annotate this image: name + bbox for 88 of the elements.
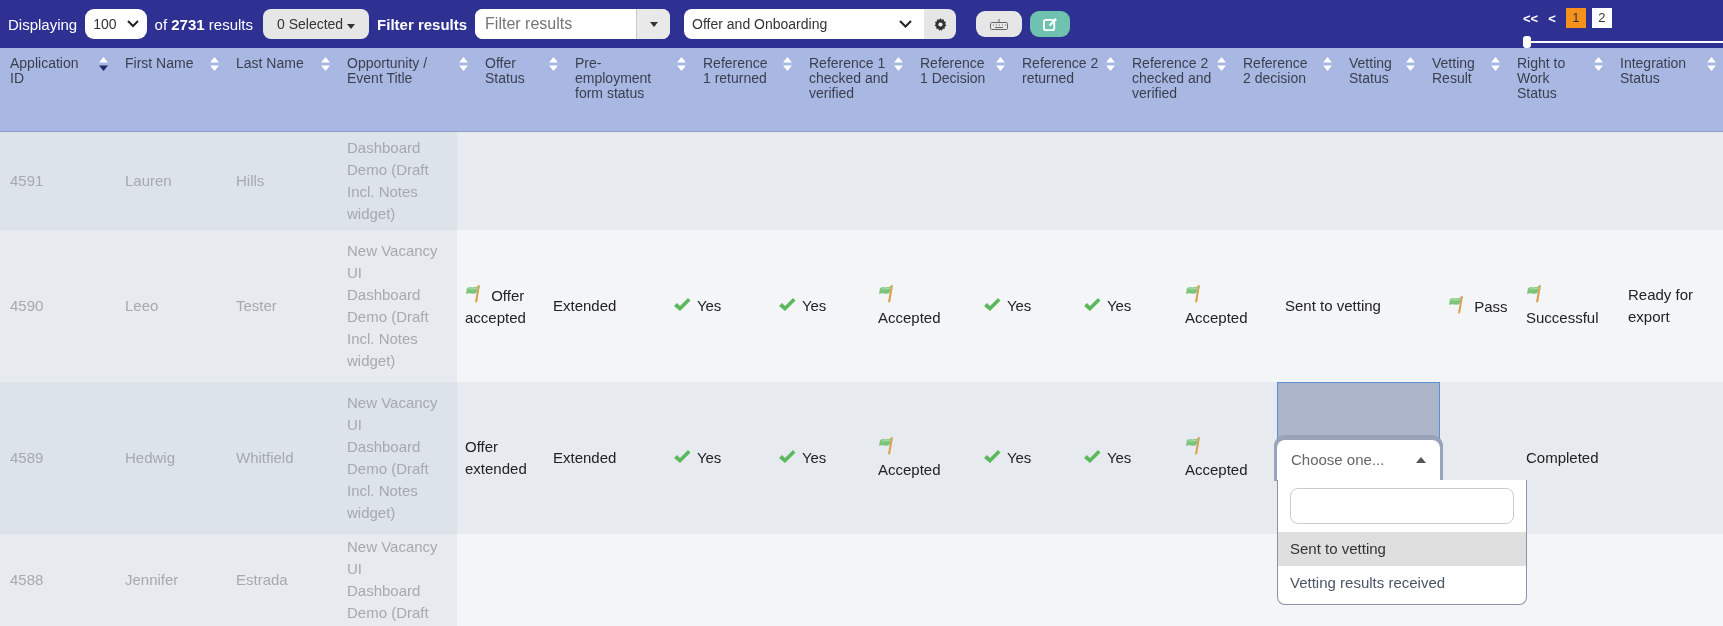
column-header[interactable]: Offer Status xyxy=(485,56,544,86)
table-cell-text: Dashboard Demo (Draft Incl. Notes widget) xyxy=(347,138,430,224)
table-cell-text: Jennifer xyxy=(125,570,179,590)
column-header[interactable]: Application ID xyxy=(10,56,94,86)
settings-button[interactable] xyxy=(924,9,957,39)
dropdown-option[interactable]: Vetting results received xyxy=(1278,566,1526,600)
table-cell-text: New Vacancy UI Dashboard Demo (Draft Incl. Notes widget) xyxy=(347,393,439,523)
first-page-link[interactable]: << xyxy=(1523,10,1539,26)
column-header[interactable]: Vetting Result xyxy=(1432,56,1486,86)
table-cell: Yes xyxy=(983,447,1032,469)
table-cell: Yes xyxy=(673,447,722,469)
keyboard-button[interactable] xyxy=(976,11,1023,37)
table-cell: Successful xyxy=(1526,283,1610,329)
table-cell-text: Whitfield xyxy=(236,448,294,468)
chevron-icon xyxy=(126,20,139,28)
table-cell: Yes xyxy=(778,447,827,469)
table-cell: Yes xyxy=(983,295,1032,317)
column-header[interactable]: First Name xyxy=(125,56,194,71)
chevron-icon xyxy=(899,20,913,28)
check-icon xyxy=(673,297,691,313)
table-cell-text: New Vacancy UI Dashboard Demo (Draft Incl. Notes widget) xyxy=(347,241,439,371)
table-cell: Yes xyxy=(1083,447,1132,469)
sort-icon[interactable] xyxy=(98,56,109,72)
column-header[interactable]: Integration Status xyxy=(1620,56,1702,86)
check-icon xyxy=(983,449,1001,465)
slider-handle[interactable] xyxy=(1523,36,1531,48)
check-icon xyxy=(1083,449,1101,465)
filter-field[interactable]: Filter results xyxy=(475,9,671,39)
table-cell-text: Offer extended xyxy=(465,437,528,479)
keyboard-icon xyxy=(990,18,1009,30)
table-cell-text: Completed xyxy=(1526,448,1599,468)
check-icon xyxy=(673,449,691,465)
table-cell-text: Ready for export xyxy=(1628,285,1695,327)
table-cell-text: 4590 xyxy=(10,296,44,316)
column-header[interactable]: Reference 2 checked and verified xyxy=(1132,56,1212,101)
caret-icon xyxy=(1416,457,1426,463)
table-cell-text: 4589 xyxy=(10,448,44,468)
table-cell: Offer accepted xyxy=(465,283,535,329)
table-cell: Accepted xyxy=(1185,283,1267,329)
dropdown-option[interactable]: Sent to vetting xyxy=(1278,532,1526,566)
column-header[interactable]: Right to Work Status xyxy=(1517,56,1589,101)
previous-page-link[interactable]: < xyxy=(1548,10,1556,26)
edit-button[interactable] xyxy=(1030,11,1071,37)
table-cell: Yes xyxy=(1083,295,1132,317)
check-icon xyxy=(983,297,1001,313)
caret-icon xyxy=(649,21,658,27)
caret-icon xyxy=(347,24,356,29)
column-header[interactable]: Reference 2 returned xyxy=(1022,56,1101,86)
table-cell-text: New Vacancy UI Dashboard Demo (Draft xyxy=(347,537,439,623)
table-cell-text: Tester xyxy=(236,296,277,316)
check-icon xyxy=(1083,297,1101,313)
column-header[interactable]: Reference 1 returned xyxy=(703,56,778,86)
table-cell: Accepted xyxy=(878,283,965,329)
displaying-label: Displaying xyxy=(8,15,78,33)
table-cell: Pass xyxy=(1448,294,1508,318)
table-cell-text: Lauren xyxy=(125,171,172,191)
column-header[interactable]: Reference 2 decision xyxy=(1243,56,1318,86)
settings-icon xyxy=(933,17,947,31)
column-header[interactable]: Last Name xyxy=(236,56,304,71)
column-header[interactable]: Opportunity / Event Title xyxy=(347,56,454,86)
edit-icon xyxy=(1042,16,1058,32)
column-header[interactable]: Vetting Status xyxy=(1349,56,1401,86)
view-select[interactable]: Offer and Onboarding xyxy=(684,9,925,39)
page-button[interactable]: 1 xyxy=(1565,8,1586,28)
selected-dropdown-button[interactable]: 0 Selected xyxy=(263,9,370,39)
column-header[interactable]: Reference 1 Decision xyxy=(920,56,991,86)
table-cell: Yes xyxy=(778,295,827,317)
table-cell-text: Extended xyxy=(553,296,617,316)
column-header[interactable]: Reference 1 checked and verified xyxy=(809,56,889,101)
table-cell: Accepted xyxy=(1185,435,1267,481)
table-cell-text: 4588 xyxy=(10,570,44,590)
table-cell-text: Hedwig xyxy=(125,448,176,468)
search-field[interactable] xyxy=(1290,488,1514,524)
page-size-select[interactable]: 100 xyxy=(85,9,147,39)
table-cell-text: Leeo xyxy=(125,296,159,316)
check-icon xyxy=(778,297,796,313)
table-cell-text: Estrada xyxy=(236,570,288,590)
table-cell: Accepted xyxy=(878,435,965,481)
results-count: of 2731 results xyxy=(154,15,253,33)
filter-label: Filter results xyxy=(377,15,468,33)
page-button[interactable]: 2 xyxy=(1591,8,1612,28)
table-cell-text: Sent to vetting xyxy=(1285,296,1381,316)
table-cell-text: Extended xyxy=(553,448,617,468)
check-icon xyxy=(778,449,796,465)
table-cell-text: Hills xyxy=(236,171,265,191)
column-header[interactable]: Pre-employment form status xyxy=(575,56,672,101)
table-cell: Yes xyxy=(673,295,722,317)
table-cell-text: 4591 xyxy=(10,171,44,191)
